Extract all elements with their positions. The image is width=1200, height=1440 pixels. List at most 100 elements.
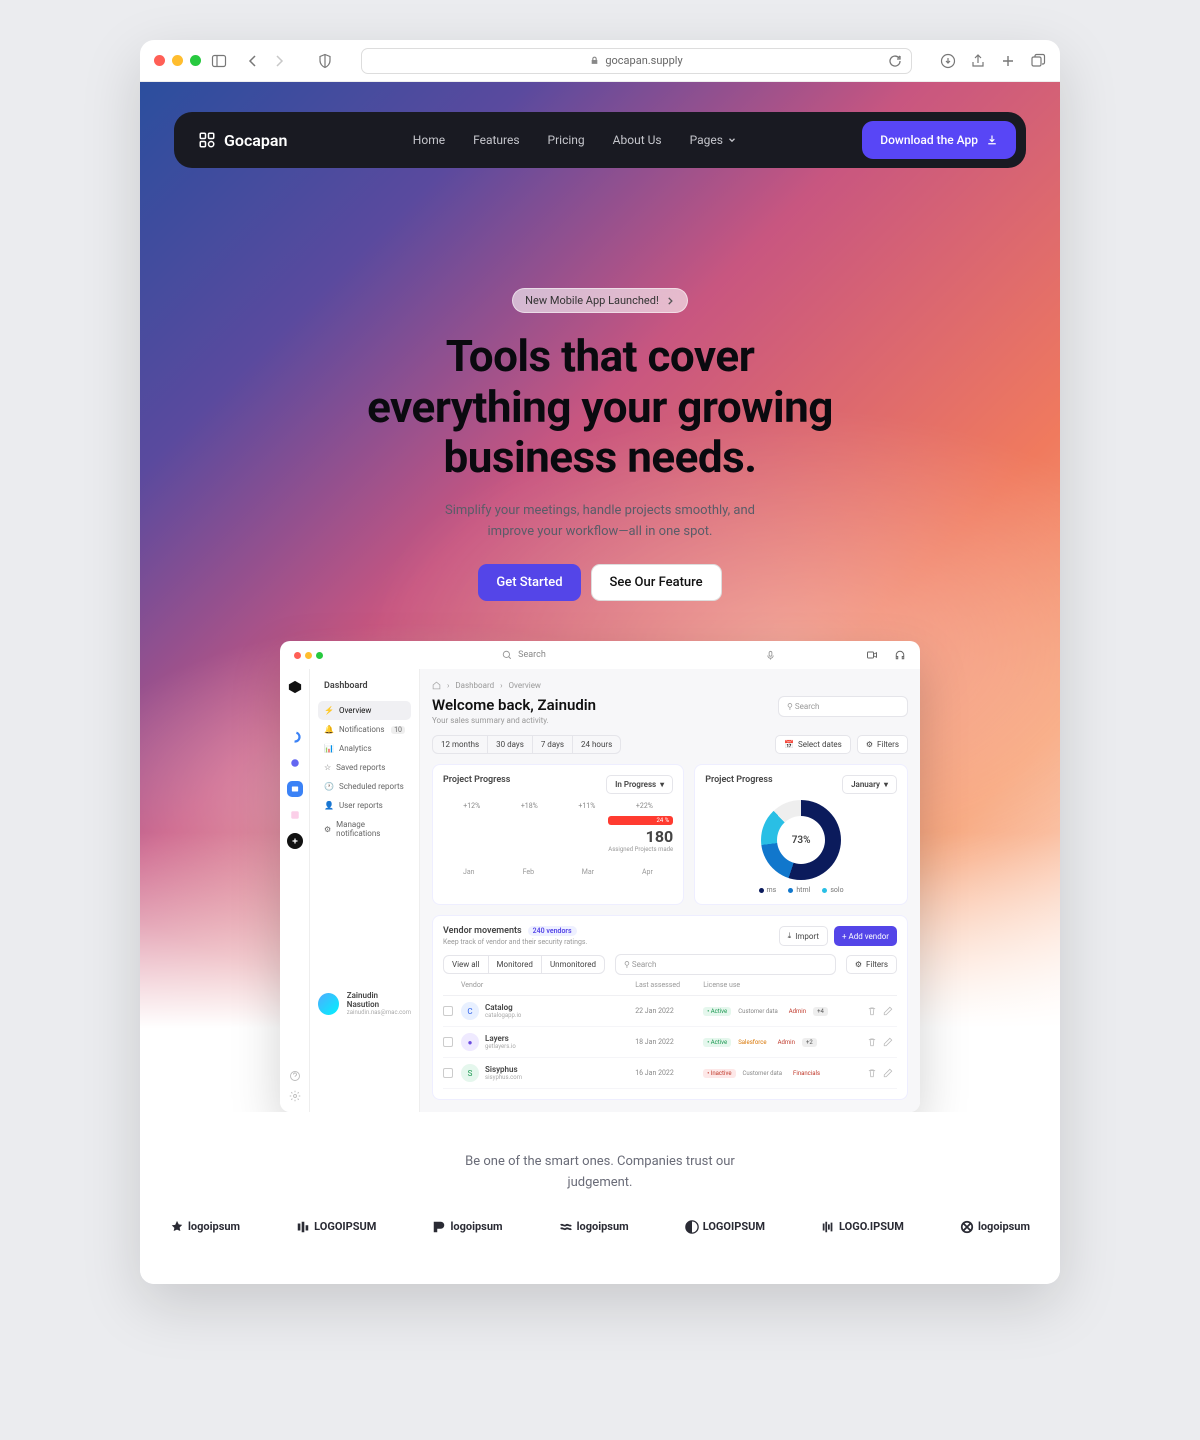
period-7d[interactable]: 7 days bbox=[533, 736, 573, 753]
row-checkbox[interactable] bbox=[443, 1037, 453, 1047]
delete-icon[interactable] bbox=[867, 1037, 877, 1047]
sidebar-item-analytics[interactable]: 📊Analytics bbox=[318, 739, 411, 758]
period-24h[interactable]: 24 hours bbox=[573, 736, 620, 753]
edit-icon[interactable] bbox=[883, 1006, 893, 1016]
see-feature-button[interactable]: See Our Feature bbox=[591, 564, 722, 601]
nav-link-about[interactable]: About Us bbox=[613, 133, 662, 147]
status-dropdown[interactable]: In Progress ▾ bbox=[606, 775, 673, 794]
main-search[interactable]: ⚲ Search bbox=[778, 696, 908, 717]
sidebar-item-users[interactable]: 👤User reports bbox=[318, 796, 411, 815]
logos-row: logoipsum LOGOIPSUM logoipsum logoipsum LOGO… bbox=[140, 1220, 1060, 1234]
sidebar-item-overview[interactable]: ⚡Overview bbox=[318, 701, 411, 720]
help-icon[interactable] bbox=[289, 1070, 301, 1082]
edit-icon[interactable] bbox=[883, 1068, 893, 1078]
new-tab-icon[interactable] bbox=[1000, 53, 1016, 69]
row-checkbox[interactable] bbox=[443, 1006, 453, 1016]
user-avatar[interactable] bbox=[318, 993, 339, 1015]
nav-link-pricing[interactable]: Pricing bbox=[548, 133, 585, 147]
delete-icon[interactable] bbox=[867, 1068, 877, 1078]
get-started-button[interactable]: Get Started bbox=[478, 564, 580, 601]
card-title: Project Progress bbox=[705, 775, 772, 794]
user-email: zainudin.nas@mac.com bbox=[347, 1009, 411, 1016]
headphones-icon[interactable] bbox=[894, 649, 906, 661]
maximize-window-button[interactable] bbox=[190, 55, 201, 66]
sidebar-item-notifications[interactable]: 🔔Notifications10 bbox=[318, 720, 411, 739]
delete-icon[interactable] bbox=[867, 1006, 877, 1016]
breadcrumb: ›Dashboard›Overview bbox=[432, 681, 908, 690]
rail-app-icon[interactable] bbox=[287, 807, 303, 823]
shield-icon[interactable] bbox=[317, 53, 333, 69]
hero-section: Gocapan Home Features Pricing About Us P… bbox=[140, 82, 1060, 1112]
address-bar[interactable]: gocapan.supply bbox=[361, 48, 912, 74]
rail-app-icon[interactable] bbox=[287, 755, 303, 771]
settings-icon[interactable] bbox=[289, 1090, 301, 1102]
download-icon[interactable] bbox=[940, 53, 956, 69]
announcement-badge[interactable]: New Mobile App Launched! bbox=[512, 288, 688, 313]
forward-icon[interactable] bbox=[271, 53, 287, 69]
table-row[interactable]: ● Layersgetlayers.io 18 Jan 2022 • Activ… bbox=[443, 1027, 897, 1058]
video-icon[interactable] bbox=[866, 649, 878, 661]
donut-chart: 73% bbox=[705, 800, 897, 880]
rail-logo-icon[interactable] bbox=[287, 679, 303, 695]
preview-top-search[interactable]: Search bbox=[333, 650, 715, 660]
minimize-window-button[interactable] bbox=[172, 55, 183, 66]
card-title: Project Progress bbox=[443, 775, 510, 794]
user-name: Zainudin Nasution bbox=[347, 991, 411, 1009]
progress-bar-card: Project Progress In Progress ▾ +12% +18%… bbox=[432, 764, 684, 905]
preview-traffic-lights bbox=[294, 652, 323, 659]
close-window-button[interactable] bbox=[154, 55, 165, 66]
nav-link-features[interactable]: Features bbox=[473, 133, 519, 147]
dashboard-preview: Search bbox=[280, 641, 920, 1112]
row-checkbox[interactable] bbox=[443, 1068, 453, 1078]
nav-link-pages[interactable]: Pages bbox=[690, 133, 737, 147]
refresh-icon[interactable] bbox=[887, 53, 903, 69]
sidebar-toggle-icon[interactable] bbox=[211, 53, 227, 69]
vendor-card: Vendor movements240 vendors Keep track o… bbox=[432, 915, 908, 1100]
client-logo: logoipsum bbox=[559, 1220, 629, 1234]
bar-chart: Jan Feb Mar Apr 24 % 180 Assigned Projec… bbox=[443, 816, 673, 876]
vendor-filters-button[interactable]: ⚙ Filters bbox=[846, 955, 897, 974]
sidebar-item-scheduled[interactable]: 🕐Scheduled reports bbox=[318, 777, 411, 796]
mic-icon[interactable] bbox=[765, 650, 776, 661]
vendor-search[interactable]: ⚲ Search bbox=[615, 954, 836, 975]
lock-icon bbox=[590, 56, 599, 65]
tab-monitored[interactable]: Monitored bbox=[489, 956, 542, 973]
download-app-button[interactable]: Download the App bbox=[862, 121, 1016, 159]
sidebar-item-saved[interactable]: ☆Saved reports bbox=[318, 758, 411, 777]
period-30d[interactable]: 30 days bbox=[488, 736, 533, 753]
back-icon[interactable] bbox=[245, 53, 261, 69]
preview-rail bbox=[280, 669, 310, 1112]
period-12m[interactable]: 12 months bbox=[433, 736, 488, 753]
rail-app-icon[interactable] bbox=[287, 729, 303, 745]
client-logo: LOGOIPSUM bbox=[296, 1220, 376, 1234]
vendor-count-pill: 240 vendors bbox=[528, 926, 577, 936]
rail-app-icon[interactable] bbox=[287, 781, 303, 797]
rail-add-icon[interactable] bbox=[287, 833, 303, 849]
client-logo: LOGOIPSUM bbox=[685, 1220, 765, 1234]
sidebar-item-manage[interactable]: ⚙Manage notifications bbox=[318, 815, 411, 843]
welcome-sub: Your sales summary and activity. bbox=[432, 716, 596, 725]
home-icon[interactable] bbox=[432, 681, 441, 690]
preview-sidebar: Dashboard ⚡Overview 🔔Notifications10 📊An… bbox=[310, 669, 420, 1112]
edit-icon[interactable] bbox=[883, 1037, 893, 1047]
table-row[interactable]: S Sisyphussisyphus.com 16 Jan 2022 • Ina… bbox=[443, 1058, 897, 1089]
tabs-icon[interactable] bbox=[1030, 53, 1046, 69]
select-dates-button[interactable]: 📅 Select dates bbox=[775, 735, 851, 754]
search-icon bbox=[502, 650, 512, 660]
import-button[interactable]: ⤓ Import bbox=[779, 926, 828, 946]
brand[interactable]: Gocapan bbox=[198, 131, 287, 150]
table-row[interactable]: C Catalogcatalogapp.io 22 Jan 2022 • Act… bbox=[443, 996, 897, 1027]
filters-button[interactable]: ⚙ Filters bbox=[857, 735, 908, 754]
trust-text: Be one of the smart ones. Companies trus… bbox=[140, 1152, 1060, 1194]
share-icon[interactable] bbox=[970, 53, 986, 69]
tab-view-all[interactable]: View all bbox=[444, 956, 489, 973]
add-vendor-button[interactable]: + Add vendor bbox=[834, 926, 897, 946]
month-dropdown[interactable]: January ▾ bbox=[842, 775, 897, 794]
trust-section: Be one of the smart ones. Companies trus… bbox=[140, 1112, 1060, 1284]
nav-link-home[interactable]: Home bbox=[413, 133, 445, 147]
client-logo: LOGO.IPSUM bbox=[821, 1220, 904, 1234]
tab-unmonitored[interactable]: Unmonitored bbox=[542, 956, 604, 973]
client-logo: logoipsum bbox=[432, 1220, 502, 1234]
client-logo: logoipsum bbox=[960, 1220, 1030, 1234]
progress-donut-card: Project Progress January ▾ 73% ms html s… bbox=[694, 764, 908, 905]
